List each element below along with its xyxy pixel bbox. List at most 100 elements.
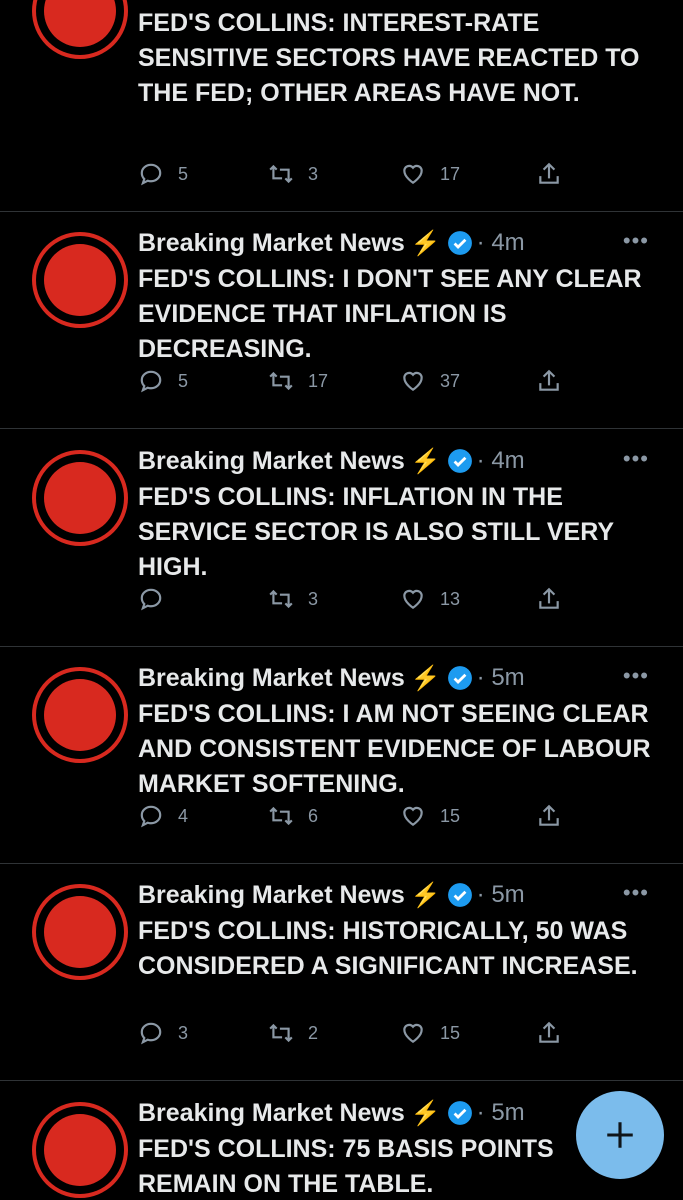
more-options-icon[interactable]: ••• (623, 228, 649, 254)
more-options-icon[interactable]: ••• (623, 663, 649, 689)
like-button[interactable]: 15 (400, 803, 460, 829)
avatar[interactable] (32, 232, 128, 328)
reply-icon (140, 1022, 162, 1045)
heart-icon (403, 806, 423, 826)
like-count: 15 (440, 805, 461, 826)
avatar[interactable] (32, 450, 128, 546)
reply-button[interactable] (138, 586, 178, 612)
tweet-header: Breaking Market News ⚡ · 5m (138, 878, 668, 912)
timestamp[interactable]: · 4m (477, 229, 525, 257)
like-button[interactable]: 17 (400, 161, 460, 187)
reply-count: 5 (178, 163, 189, 184)
author-name[interactable]: Breaking Market News (138, 664, 405, 693)
retweet-count: 2 (308, 1022, 319, 1043)
like-count: 17 (440, 163, 461, 184)
tweet-actions: 3 2 15 (138, 1020, 568, 1050)
like-count: 37 (440, 370, 461, 391)
retweet-button[interactable]: 3 (268, 586, 318, 612)
tweet[interactable]: Breaking Market News ⚡ · 5m ••• FED'S CO… (0, 647, 683, 864)
like-button[interactable]: 13 (400, 586, 460, 612)
avatar[interactable] (32, 667, 128, 763)
reply-count: 3 (178, 1022, 189, 1043)
tweet-text: FED'S COLLINS: 75 BASIS POINTS REMAIN ON… (138, 1135, 554, 1198)
retweet-count: 6 (308, 805, 319, 826)
tweet-header: Breaking Market News ⚡ · 4m (138, 226, 668, 260)
reply-icon (140, 805, 162, 828)
timestamp[interactable]: · 4m (477, 447, 525, 475)
reply-icon (140, 588, 162, 611)
share-icon (539, 369, 559, 391)
verified-badge-icon (447, 666, 472, 690)
share-icon (539, 162, 559, 184)
tweet[interactable]: Breaking Market News ⚡ · 4m ••• FED'S CO… (0, 430, 683, 647)
reply-button[interactable]: 3 (138, 1020, 188, 1046)
tweet[interactable]: FED'S COLLINS: INTEREST-RATE SENSITIVE S… (0, 0, 683, 212)
avatar[interactable] (32, 1102, 128, 1198)
verified-badge-icon (447, 883, 472, 907)
share-button[interactable] (536, 368, 562, 394)
author-name[interactable]: Breaking Market News (138, 1099, 405, 1128)
retweet-icon (269, 371, 293, 391)
retweet-icon (269, 164, 293, 184)
tweet-actions: 5 3 17 (138, 161, 568, 191)
compose-tweet-button[interactable] (576, 1091, 664, 1179)
author-name[interactable]: Breaking Market News (138, 447, 405, 476)
timestamp[interactable]: · 5m (477, 664, 525, 692)
like-count: 15 (440, 1022, 461, 1043)
share-button[interactable] (536, 1020, 562, 1046)
tweet[interactable]: Breaking Market News ⚡ · 4m ••• FED'S CO… (0, 212, 683, 429)
tweet-header: Breaking Market News ⚡ · 5m (138, 661, 668, 695)
lightning-icon: ⚡ (410, 229, 441, 257)
more-options-icon[interactable]: ••• (623, 880, 649, 906)
reply-button[interactable]: 4 (138, 803, 188, 829)
share-icon (539, 587, 559, 609)
timestamp[interactable]: · 5m (477, 1099, 525, 1127)
retweet-icon (269, 1023, 293, 1043)
author-name[interactable]: Breaking Market News (138, 229, 405, 258)
heart-icon (403, 371, 423, 391)
retweet-count: 3 (308, 163, 319, 184)
reply-count: 5 (178, 370, 189, 391)
retweet-button[interactable]: 17 (268, 368, 328, 394)
retweet-button[interactable]: 6 (268, 803, 318, 829)
share-icon (539, 804, 559, 826)
retweet-button[interactable]: 2 (268, 1020, 318, 1046)
verified-badge-icon (447, 449, 472, 473)
tweet-text: FED'S COLLINS: INTEREST-RATE SENSITIVE S… (138, 9, 640, 107)
retweet-count: 17 (308, 370, 329, 391)
avatar[interactable] (32, 884, 128, 980)
heart-icon (403, 1023, 423, 1043)
verified-badge-icon (447, 231, 472, 255)
tweet-text: FED'S COLLINS: INFLATION IN THE SERVICE … (138, 483, 614, 581)
timestamp[interactable]: · 5m (477, 881, 525, 909)
share-button[interactable] (536, 161, 562, 187)
tweet-actions: 4 6 15 (138, 803, 568, 833)
like-count: 13 (440, 588, 461, 609)
like-button[interactable]: 15 (400, 1020, 460, 1046)
reply-icon (140, 370, 162, 393)
tweet[interactable]: Breaking Market News ⚡ · 5m ••• FED'S CO… (0, 864, 683, 1081)
tweet-header: Breaking Market News ⚡ · 4m (138, 444, 668, 478)
tweet-text: FED'S COLLINS: I DON'T SEE ANY CLEAR EVI… (138, 265, 642, 363)
verified-badge-icon (447, 1101, 472, 1125)
reply-button[interactable]: 5 (138, 161, 188, 187)
heart-icon (403, 589, 423, 609)
lightning-icon: ⚡ (410, 881, 441, 909)
share-button[interactable] (536, 586, 562, 612)
share-button[interactable] (536, 803, 562, 829)
author-name[interactable]: Breaking Market News (138, 881, 405, 910)
lightning-icon: ⚡ (410, 664, 441, 692)
more-options-icon[interactable]: ••• (623, 446, 649, 472)
reply-count: 4 (178, 805, 189, 826)
tweet-actions: 3 13 (138, 586, 568, 616)
reply-icon (140, 163, 162, 186)
like-button[interactable]: 37 (400, 368, 460, 394)
retweet-icon (269, 589, 293, 609)
avatar[interactable] (32, 0, 128, 59)
tweet-text: FED'S COLLINS: HISTORICALLY, 50 WAS CONS… (138, 917, 638, 980)
reply-button[interactable]: 5 (138, 368, 188, 394)
retweet-button[interactable]: 3 (268, 161, 318, 187)
tweet-actions: 5 17 37 (138, 368, 568, 398)
retweet-icon (269, 806, 293, 826)
lightning-icon: ⚡ (410, 447, 441, 475)
